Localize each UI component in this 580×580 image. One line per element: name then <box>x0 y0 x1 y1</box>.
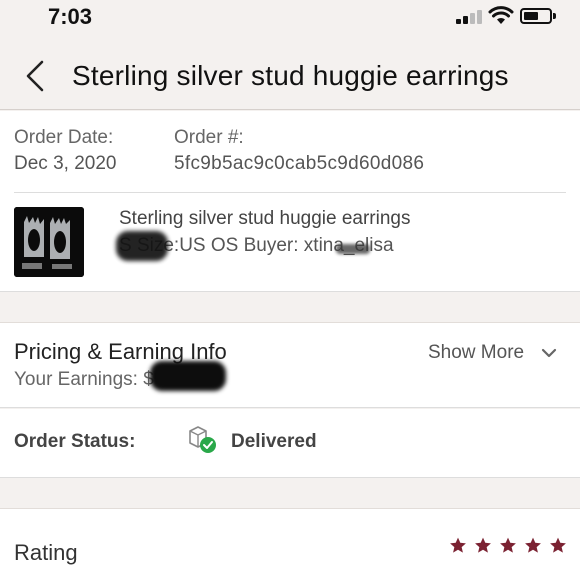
show-more-button[interactable]: Show More <box>428 342 524 364</box>
star-icon <box>524 537 541 553</box>
wifi-icon <box>488 6 514 26</box>
chevron-left-icon <box>26 60 44 92</box>
status-bar: 7:03 <box>0 0 580 40</box>
cellular-signal-icon <box>456 10 484 24</box>
order-status-card: Order Status: Delivered <box>0 409 580 478</box>
redaction-mark <box>336 244 370 254</box>
divider <box>14 192 566 193</box>
battery-icon <box>520 8 556 24</box>
nav-header: Sterling silver stud huggie earrings <box>0 40 580 110</box>
earnings-label: Your Earnings: $ <box>14 369 154 390</box>
redaction-mark <box>150 361 226 391</box>
status-time: 7:03 <box>48 4 93 29</box>
page-title: Sterling silver stud huggie earrings <box>72 60 509 91</box>
item-title[interactable]: Sterling silver stud huggie earrings <box>119 208 411 230</box>
order-date-value: Dec 3, 2020 <box>14 153 117 174</box>
rating-stars <box>448 536 568 556</box>
star-icon <box>499 537 516 553</box>
star-icon <box>450 537 466 553</box>
order-number-value: 5fc9b5ac9c0cab5c9d60d086 <box>174 153 425 174</box>
chevron-down-icon[interactable] <box>540 346 558 360</box>
order-number-label: Order #: <box>174 127 244 148</box>
order-date-label: Order Date: <box>14 127 114 148</box>
pricing-card[interactable]: Pricing & Earning Info Your Earnings: $ … <box>0 322 580 408</box>
order-info-card: Order Date: Dec 3, 2020 Order #: 5fc9b5a… <box>0 111 580 292</box>
earrings-image <box>14 207 84 277</box>
star-icon <box>475 537 491 553</box>
order-status-value: Delivered <box>231 431 317 452</box>
item-thumbnail[interactable] <box>14 207 84 277</box>
back-button[interactable] <box>22 58 50 94</box>
rating-label: Rating <box>14 540 78 565</box>
redaction-mark <box>116 231 168 261</box>
order-status-label: Order Status: <box>14 431 136 452</box>
rating-card: Rating <box>0 508 580 580</box>
package-delivered-icon <box>186 425 220 455</box>
star-icon <box>549 537 566 553</box>
